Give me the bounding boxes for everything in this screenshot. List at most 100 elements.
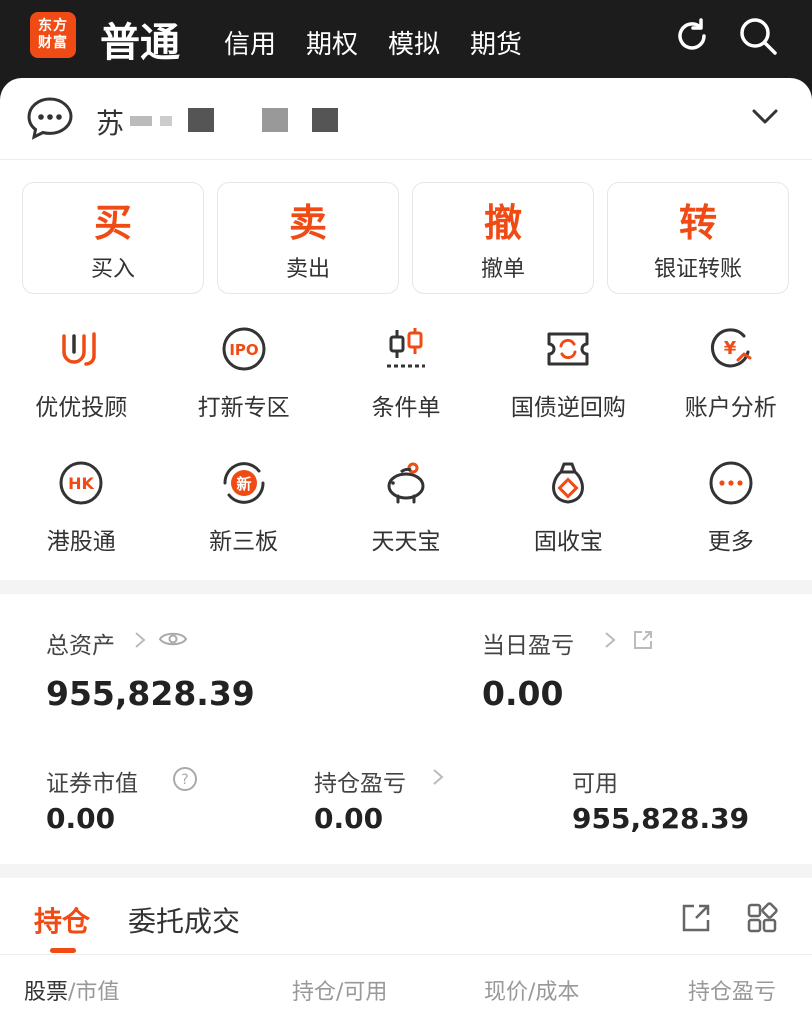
feature-hk-connect[interactable]: HK 港股通	[0, 448, 162, 582]
column-main: 现价	[484, 980, 529, 1005]
svg-text:新: 新	[236, 475, 251, 493]
column-position-pl[interactable]: 持仓盈亏	[688, 974, 776, 1006]
tab-holdings[interactable]: 持仓	[34, 900, 90, 940]
section-divider	[0, 580, 812, 594]
refresh-icon[interactable]	[672, 16, 712, 56]
feature-label: 优优投顾	[35, 395, 128, 421]
repo-icon	[547, 332, 589, 366]
app-logo: 东方 财富	[30, 12, 76, 58]
masked-text	[130, 116, 152, 126]
feature-label: 打新专区	[197, 395, 290, 421]
hk-icon: HK	[59, 461, 103, 505]
account-type-tabs: 信用 期权 模拟 期货	[224, 24, 522, 61]
position-pl-label: 持仓盈亏	[314, 771, 406, 797]
feature-account-analysis[interactable]: ¥ 账户分析	[650, 314, 812, 448]
feature-gushoubao[interactable]: 固收宝	[487, 448, 649, 582]
svg-text:IPO: IPO	[229, 341, 258, 359]
sell-label: 卖出	[285, 257, 330, 282]
transfer-button[interactable]: 转 银证转账	[607, 182, 789, 294]
sell-glyph: 卖	[288, 201, 327, 245]
candlestick-icon	[386, 328, 425, 368]
tab-credit[interactable]: 信用	[224, 24, 276, 61]
share-icon[interactable]	[680, 902, 712, 934]
feature-conditional-order[interactable]: 条件单	[325, 314, 487, 448]
chevron-right-icon[interactable]	[432, 768, 444, 786]
top-bar: 东方 财富 普通 信用 期权 模拟 期货	[0, 0, 812, 90]
total-assets-label: 总资产	[46, 633, 115, 659]
tab-futures[interactable]: 期货	[470, 24, 522, 61]
column-stock[interactable]: 股票/市值	[24, 974, 119, 1006]
cancel-label: 撤单	[480, 257, 525, 282]
feature-label: 港股通	[46, 529, 116, 555]
feature-more[interactable]: 更多	[650, 448, 812, 582]
buy-label: 买入	[90, 257, 135, 282]
column-main: 持仓盈亏	[688, 980, 777, 1005]
chevron-down-icon[interactable]	[750, 106, 780, 128]
feature-ipo[interactable]: IPO 打新专区	[162, 314, 324, 448]
tab-simulation[interactable]: 模拟	[388, 24, 440, 61]
ipo-icon: IPO	[222, 327, 266, 371]
tab-options[interactable]: 期权	[306, 24, 358, 61]
masked-text	[262, 108, 288, 132]
feature-row: 优优投顾 IPO 打新专区 条件单 国债逆回购 ¥ 账户分析	[0, 314, 812, 448]
yen-chart-icon: ¥	[710, 328, 752, 368]
cancel-order-button[interactable]: 撤 撤单	[412, 182, 594, 294]
column-main: 股票	[24, 980, 69, 1005]
securities-value: 0.00	[46, 802, 116, 835]
svg-text:¥: ¥	[723, 338, 736, 359]
daily-pl-value: 0.00	[482, 674, 564, 713]
table-header-divider	[0, 954, 812, 955]
feature-row: HK 港股通 新 新三板 天天宝 固收宝 更多	[0, 448, 812, 582]
money-bag-icon	[552, 462, 585, 504]
daily-pl-label: 当日盈亏	[482, 633, 574, 659]
trade-actions: 买 买入 卖 卖出 撤 撤单 转 银证转账	[22, 182, 789, 294]
grid-view-icon[interactable]	[746, 902, 778, 934]
available-value: 955,828.39	[572, 802, 750, 835]
section-divider	[0, 864, 812, 878]
masked-text	[312, 108, 338, 132]
column-position[interactable]: 持仓/可用	[292, 974, 387, 1006]
feature-label: 天天宝	[371, 529, 441, 555]
new-board-icon: 新	[223, 462, 265, 504]
feature-reverse-repo[interactable]: 国债逆回购	[487, 314, 649, 448]
feature-grid: 优优投顾 IPO 打新专区 条件单 国债逆回购 ¥ 账户分析 HK 港股通 新 …	[0, 314, 812, 582]
more-icon	[709, 461, 753, 505]
account-selector[interactable]: 苏	[0, 78, 812, 160]
active-tab-indicator	[50, 948, 76, 953]
feature-label: 国债逆回购	[510, 395, 626, 421]
buy-glyph: 买	[93, 201, 132, 245]
available-label: 可用	[572, 771, 618, 797]
svg-text:?: ?	[181, 772, 188, 788]
tab-normal[interactable]: 普通	[100, 10, 180, 68]
total-assets-value: 955,828.39	[46, 674, 255, 713]
column-price[interactable]: 现价/成本	[484, 974, 579, 1006]
svg-text:HK: HK	[68, 474, 94, 493]
masked-text	[160, 116, 172, 126]
search-icon[interactable]	[738, 16, 778, 56]
column-sub: /市值	[68, 980, 120, 1005]
feature-label: 账户分析	[684, 395, 777, 421]
youyou-icon	[62, 332, 96, 366]
piggy-bank-icon	[387, 462, 425, 504]
tab-orders[interactable]: 委托成交	[128, 900, 240, 940]
account-name: 苏	[96, 107, 125, 140]
chevron-right-icon[interactable]	[134, 631, 146, 649]
external-link-icon[interactable]	[632, 629, 654, 651]
help-icon[interactable]: ?	[172, 766, 198, 792]
column-sub: /可用	[336, 980, 388, 1005]
logo-line-1: 东方	[38, 18, 68, 34]
feature-new-third-board[interactable]: 新 新三板	[162, 448, 324, 582]
chevron-right-icon[interactable]	[604, 631, 616, 649]
eye-icon[interactable]	[158, 629, 188, 649]
feature-label: 新三板	[209, 529, 279, 555]
securities-value-label: 证券市值	[46, 771, 138, 797]
feature-label: 条件单	[371, 395, 441, 421]
chat-bubble-icon	[27, 97, 73, 140]
sell-button[interactable]: 卖 卖出	[217, 182, 399, 294]
buy-button[interactable]: 买 买入	[22, 182, 204, 294]
logo-line-2: 财富	[38, 35, 68, 51]
cancel-glyph: 撤	[483, 201, 522, 245]
feature-tiantianbao[interactable]: 天天宝	[325, 448, 487, 582]
feature-youyou[interactable]: 优优投顾	[0, 314, 162, 448]
main-card: 苏 买 买入 卖 卖出 撤 撤单 转 银证转账 优优投顾 IPO 打新专区 条件…	[0, 78, 812, 1024]
